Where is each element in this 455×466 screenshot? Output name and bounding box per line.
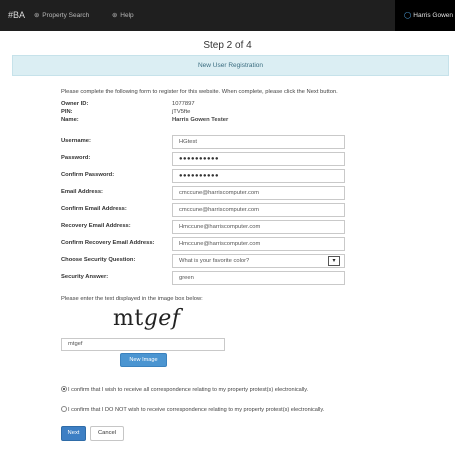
username-input[interactable]: HGtest	[172, 135, 345, 149]
captcha-image: mtgef	[113, 306, 180, 331]
user-name: Harris Gowen	[413, 12, 454, 19]
confirm-email-label: Confirm Email Address:	[61, 206, 127, 212]
cancel-button[interactable]: Cancel	[90, 426, 124, 441]
consent-no-radio[interactable]	[61, 406, 67, 412]
nav-help-label: Help	[120, 12, 134, 19]
consent-yes-radio[interactable]	[61, 386, 67, 392]
password-label: Password:	[61, 155, 91, 161]
captcha-text-b: gef	[143, 306, 181, 331]
confirm-recovery-email-input[interactable]: Hmccune@harriscomputer.com	[172, 237, 345, 251]
help-icon: ⊛	[112, 12, 118, 19]
pin-value: jTV5fte	[172, 109, 191, 115]
confirm-password-label: Confirm Password:	[61, 172, 115, 178]
captcha-prompt: Please enter the text displayed in the i…	[61, 296, 203, 302]
user-icon: ◯	[404, 12, 412, 19]
user-menu[interactable]: ◯ Harris Gowen	[395, 0, 455, 31]
consent-yes-option[interactable]: I confirm that I wish to receive all cor…	[61, 386, 308, 393]
consent-no-option[interactable]: I confirm that I DO NOT wish to receive …	[61, 406, 324, 413]
captcha-input[interactable]: mtgef	[61, 338, 225, 351]
security-answer-input[interactable]: green	[172, 271, 345, 285]
registration-banner: New User Registration	[12, 55, 449, 76]
security-question-label: Choose Security Question:	[61, 257, 136, 263]
new-image-button[interactable]: New Image	[120, 353, 167, 367]
chevron-down-icon[interactable]: ▾	[328, 256, 340, 266]
nav-property-search-label: Property Search	[42, 12, 90, 19]
consent-yes-label: I confirm that I wish to receive all cor…	[68, 387, 309, 393]
brand-logo[interactable]: #BA	[8, 10, 25, 20]
captcha-text-a: mt	[113, 306, 144, 331]
nav-help[interactable]: ⊛ Help	[112, 11, 134, 19]
recovery-email-input[interactable]: Hmccune@harriscomputer.com	[172, 220, 345, 234]
confirm-recovery-email-label: Confirm Recovery Email Address:	[61, 240, 155, 246]
consent-no-label: I confirm that I DO NOT wish to receive …	[68, 407, 325, 413]
name-value: Harris Gowen Tester	[172, 117, 229, 123]
recovery-email-label: Recovery Email Address:	[61, 223, 131, 229]
owner-id-value: 1077897	[172, 101, 195, 107]
security-question-select[interactable]: What is your favorite color? ▾	[172, 254, 345, 268]
next-button[interactable]: Next	[61, 426, 86, 441]
email-input[interactable]: cmccune@harriscomputer.com	[172, 186, 345, 200]
search-icon: ⊛	[34, 12, 40, 19]
security-answer-label: Security Answer:	[61, 274, 109, 280]
name-label: Name:	[61, 117, 79, 123]
security-question-value: What is your favorite color?	[179, 258, 250, 264]
confirm-email-input[interactable]: cmccune@harriscomputer.com	[172, 203, 345, 217]
password-input[interactable]: ●●●●●●●●●●	[172, 152, 345, 166]
confirm-password-input[interactable]: ●●●●●●●●●●	[172, 169, 345, 183]
username-label: Username:	[61, 138, 91, 144]
email-label: Email Address:	[61, 189, 103, 195]
owner-id-label: Owner ID:	[61, 101, 89, 107]
top-navbar: #BA ⊛ Property Search ⊛ Help ◯ Harris Gow…	[0, 0, 455, 31]
nav-property-search[interactable]: ⊛ Property Search	[34, 11, 89, 19]
step-indicator: Step 2 of 4	[203, 40, 252, 51]
intro-text: Please complete the following form to re…	[61, 89, 338, 95]
pin-label: PIN:	[61, 109, 73, 115]
